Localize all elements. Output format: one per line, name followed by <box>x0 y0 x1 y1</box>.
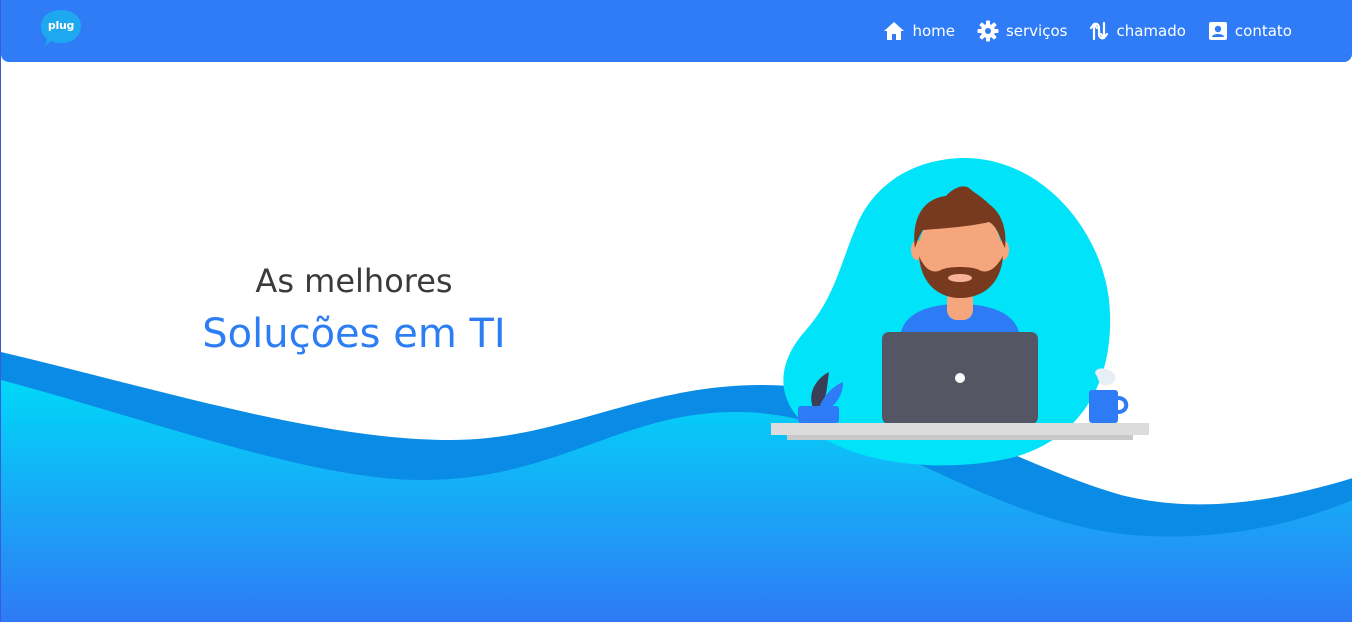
person-mouth <box>948 274 972 282</box>
home-icon <box>884 22 905 40</box>
hero-subtitle: As melhores <box>255 262 453 300</box>
logo-text: plug <box>47 19 75 32</box>
mug <box>1089 390 1118 423</box>
nav-item-label: chamado <box>1116 22 1186 40</box>
switch-arrows-icon <box>1090 21 1109 41</box>
nav-item-contato[interactable]: contato <box>1208 21 1292 41</box>
nav-item-label: serviços <box>1005 22 1068 40</box>
main-navigation: home serviços chamado contato <box>883 0 1292 62</box>
nav-item-label: home <box>912 22 955 40</box>
mug-handle <box>1117 396 1129 414</box>
nav-item-home[interactable]: home <box>883 21 955 41</box>
top-navbar: plug home serviços chamado contato <box>1 0 1352 62</box>
desk-top <box>771 423 1149 435</box>
nav-item-label: contato <box>1234 22 1292 40</box>
landing-page: plug home serviços chamado contato As me… <box>0 0 1352 622</box>
plant-pot <box>798 406 839 423</box>
brand-logo[interactable]: plug <box>41 10 81 46</box>
laptop-logo <box>955 373 965 383</box>
nav-item-chamado[interactable]: chamado <box>1089 21 1186 41</box>
desk-shadow <box>787 435 1133 440</box>
contact-card-icon <box>1208 22 1227 40</box>
nav-item-servicos[interactable]: serviços <box>977 20 1068 42</box>
gear-icon <box>977 20 999 42</box>
hero-title: Soluções em TI <box>202 311 506 357</box>
hero-heading: As melhores Soluções em TI <box>154 258 554 360</box>
